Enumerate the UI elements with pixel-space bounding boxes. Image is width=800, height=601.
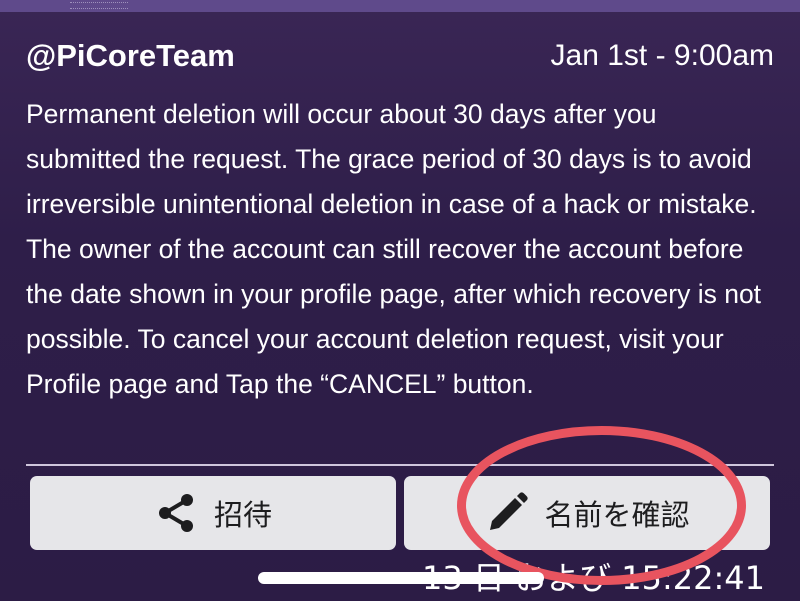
post-body: Permanent deletion will occur about 30 d… xyxy=(26,99,762,399)
post-timestamp: Jan 1st - 9:00am xyxy=(550,39,774,72)
app-screen: @PiCoreTeam Jan 1st - 9:00am Permanent d… xyxy=(0,0,800,601)
post-header: @PiCoreTeam Jan 1st - 9:00am xyxy=(26,36,774,80)
home-indicator[interactable] xyxy=(258,572,544,584)
invite-button-label: 招待 xyxy=(213,498,272,532)
divider xyxy=(26,464,774,466)
confirm-name-button-label: 名前を確認 xyxy=(544,498,690,532)
post-author: @PiCoreTeam xyxy=(26,38,235,73)
top-strip-decoration xyxy=(70,2,128,9)
pencil-icon xyxy=(490,492,529,530)
confirm-name-button[interactable]: 名前を確認 xyxy=(404,476,770,550)
top-strip xyxy=(0,0,800,12)
invite-button[interactable]: 招待 xyxy=(30,476,396,550)
share-icon xyxy=(158,494,193,532)
